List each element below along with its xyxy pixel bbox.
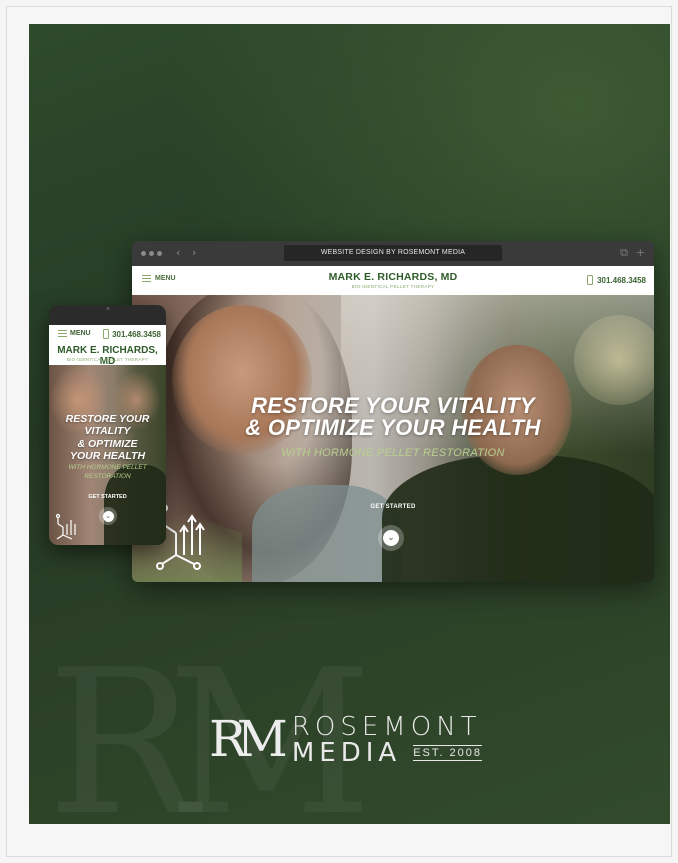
mobile-headline-line2: VITALITY (84, 425, 131, 438)
window-dot[interactable] (141, 251, 146, 256)
chevron-down-icon: ⌄ (102, 510, 114, 522)
site-header: MENU MARK E. RICHARDS, MD BIO-IDENTICAL … (132, 266, 654, 295)
mobile-brand-name[interactable]: MARK E. RICHARDS, MD (49, 345, 166, 367)
phone-camera (106, 307, 109, 310)
logo-row2: MEDIA EST. 2008 (292, 740, 482, 766)
hero-headline-line2: & OPTIMIZE YOUR HEALTH (245, 415, 541, 440)
scroll-down-button[interactable]: ⌄ (378, 525, 404, 551)
logo-wordmark: ROSEMONT MEDIA EST. 2008 (292, 714, 482, 766)
molecule-arrows-icon (55, 513, 76, 540)
hero-headline: RESTORE YOUR VITALITY & OPTIMIZE YOUR HE… (132, 395, 654, 439)
mobile-brand-tagline: BIO-IDENTICAL PELLET THERAPY (66, 357, 149, 362)
mobile-headline-line1: RESTORE YOUR (65, 413, 150, 425)
mobile-menu-label: MENU (70, 330, 91, 337)
rosemont-media-logo: RM ROSEMONT MEDIA EST. 2008 (209, 714, 482, 766)
logo-established: EST. 2008 (413, 745, 482, 761)
mobile-phone-number: 301.468.3458 (112, 329, 161, 339)
mobile-phone-mockup: MENU 301.468.3458 MARK E. RICHARDS, MD B… (49, 305, 166, 545)
forward-arrow-icon[interactable]: › (192, 246, 196, 259)
mobile-get-started-link[interactable]: GET STARTED (49, 494, 166, 500)
hero-headline-line1: RESTORE YOUR VITALITY (251, 393, 535, 418)
phone-number: 301.468.3458 (597, 275, 646, 285)
mobile-sub-line1: WITH HORMONE PELLET (68, 464, 147, 471)
logo-line1: ROSEMONT (291, 712, 482, 742)
mobile-sub-line2: RESTORATION (84, 472, 131, 480)
brand-name: MARK E. RICHARDS, MD (328, 271, 458, 283)
hamburger-icon (58, 330, 67, 337)
new-tab-icon[interactable]: + (636, 246, 645, 259)
phone-icon (103, 329, 110, 339)
phone-icon (587, 275, 594, 285)
back-arrow-icon[interactable]: ‹ (176, 246, 180, 259)
showcase-panel: RM ‹ › WEBSITE DESIGN BY ROSEMONT MEDIA … (29, 24, 670, 824)
window-dot[interactable] (157, 251, 162, 256)
mobile-hero-subheadline: WITH HORMONE PELLET RESTORATION (49, 464, 166, 481)
logo-line2: MEDIA (291, 738, 402, 768)
mobile-scroll-down-button[interactable]: ⌄ (99, 507, 117, 525)
chevron-down-icon: ⌄ (383, 530, 399, 546)
mobile-headline-line3: & OPTIMIZE (77, 437, 138, 450)
mobile-headline-line4: YOUR HEALTH (69, 449, 146, 462)
mobile-hero: RESTORE YOUR VITALITY & OPTIMIZE YOUR HE… (49, 365, 166, 545)
phone-link[interactable]: 301.468.3458 (587, 275, 646, 285)
window-dot[interactable] (149, 251, 154, 256)
logo-monogram: RM (209, 710, 288, 768)
tabs-icon[interactable]: ⧉ (620, 246, 628, 260)
browser-chrome: ‹ › WEBSITE DESIGN BY ROSEMONT MEDIA ⧉ + (132, 241, 654, 266)
showcase-card: RM ‹ › WEBSITE DESIGN BY ROSEMONT MEDIA … (6, 6, 672, 857)
hero-photo-sunlight (574, 315, 654, 405)
hero-subheadline: WITH HORMONE PELLET RESTORATION (281, 447, 505, 459)
site-brand[interactable]: MARK E. RICHARDS, MD BIO-IDENTICAL PELLE… (132, 271, 654, 289)
mobile-hero-headline: RESTORE YOUR VITALITY & OPTIMIZE YOUR HE… (49, 413, 166, 462)
hero-section: RESTORE YOUR VITALITY & OPTIMIZE YOUR HE… (132, 295, 654, 582)
desktop-browser-mockup: ‹ › WEBSITE DESIGN BY ROSEMONT MEDIA ⧉ +… (132, 241, 654, 582)
brand-tagline: BIO-IDENTICAL PELLET THERAPY (351, 284, 435, 289)
mobile-phone-link[interactable]: 301.468.3458 (103, 329, 161, 339)
mobile-menu-button[interactable]: MENU (58, 330, 91, 337)
mobile-header: MENU 301.468.3458 MARK E. RICHARDS, MD B… (49, 325, 166, 367)
address-bar[interactable]: WEBSITE DESIGN BY ROSEMONT MEDIA (284, 245, 502, 261)
